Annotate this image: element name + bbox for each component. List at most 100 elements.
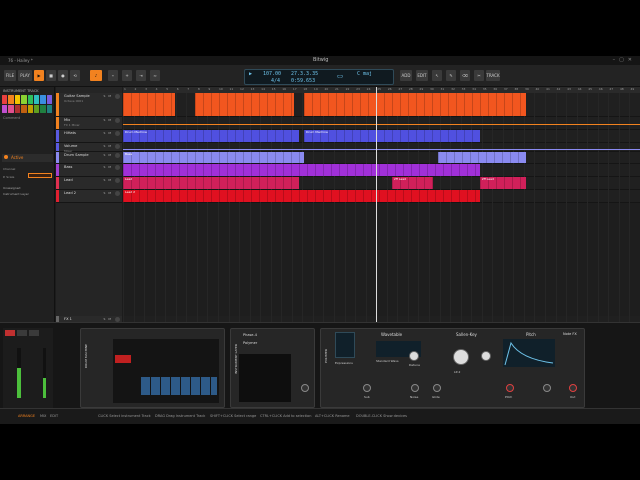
clip[interactable] — [303, 93, 527, 116]
clip[interactable]: Lead — [123, 177, 299, 189]
edit-button[interactable]: EDIT — [416, 70, 428, 81]
resonance-knob[interactable] — [481, 351, 491, 361]
palette-swatch[interactable] — [21, 95, 27, 104]
track-header[interactable]: Volume Mixer S M — [56, 143, 122, 153]
groove-button[interactable]: ≈ — [150, 70, 160, 81]
palette-swatch[interactable] — [33, 95, 40, 104]
palette-swatch[interactable] — [40, 95, 46, 104]
polymer-device[interactable]: POLYMER Expressions Wavetable Standard W… — [320, 328, 585, 408]
active-toggle[interactable]: Active — [2, 154, 53, 162]
overdub-button[interactable]: + — [122, 70, 132, 81]
mute-button[interactable] — [17, 330, 27, 336]
track-lane[interactable] — [123, 143, 640, 152]
clip[interactable] — [123, 93, 175, 116]
env-amount-knob[interactable] — [543, 384, 551, 392]
key-selector[interactable]: C maj — [357, 71, 372, 77]
palette-swatch[interactable] — [2, 104, 8, 113]
track-name[interactable]: Lead — [64, 178, 73, 182]
clip[interactable]: Bass — [123, 152, 304, 163]
arranger-timeline[interactable]: 1 2 3 4 5 6 7 8 9 10 11 12 13 14 15 16 17 18 19 20 21 22 23 24 2… — [123, 87, 640, 349]
tempo-value[interactable]: 107.00 — [263, 71, 281, 77]
time-signature[interactable]: 4/4 — [271, 78, 280, 84]
palette-swatch[interactable] — [2, 95, 8, 104]
palette-swatch[interactable] — [14, 104, 21, 113]
track-name[interactable]: Lead 2 — [64, 191, 76, 195]
solo-mute-buttons[interactable]: S M — [104, 191, 112, 195]
clip[interactable] — [438, 152, 527, 163]
track-name[interactable]: Drum Sample — [64, 153, 89, 157]
record-arm-icon[interactable] — [115, 165, 120, 170]
arrange-view-tab[interactable]: ARRANGE — [18, 414, 35, 418]
layer-item-polymer[interactable]: Polymer — [243, 341, 257, 345]
solo-mute-buttons[interactable]: S M — [104, 153, 112, 157]
record-button[interactable]: ● — [58, 70, 68, 81]
pointer-tool-icon[interactable]: ↖ — [432, 70, 442, 81]
envelope-title[interactable]: Pitch — [526, 332, 536, 337]
track-button[interactable]: TRACK — [486, 70, 500, 81]
record-arm-icon[interactable] — [115, 178, 120, 183]
palette-swatch[interactable] — [27, 95, 33, 104]
track-name[interactable]: FX 1 — [64, 317, 72, 321]
track-header[interactable]: Drum Sample S M — [56, 152, 122, 164]
clip[interactable] — [195, 93, 294, 116]
record-arm-icon[interactable] — [115, 131, 120, 136]
filter-title[interactable]: Sallen-Key — [456, 332, 477, 337]
automation-button[interactable]: ⌁ — [108, 70, 118, 81]
track-name[interactable]: Mix — [64, 118, 70, 122]
pencil-tool-icon[interactable]: ✎ — [446, 70, 456, 81]
window-controls[interactable]: –▢✕ — [613, 57, 636, 63]
stop-button[interactable]: ■ — [46, 70, 56, 81]
record-arm-icon[interactable] — [115, 118, 120, 123]
solo-mute-buttons[interactable]: S M — [104, 178, 112, 182]
routing-input[interactable]: Unassigned — [3, 186, 20, 190]
scale-stepper[interactable] — [28, 173, 52, 178]
play-button[interactable]: ▶ — [34, 70, 44, 81]
solo-mute-buttons[interactable]: S M — [104, 118, 112, 122]
palette-swatch[interactable] — [46, 95, 52, 104]
track-header[interactable]: Bass S M — [56, 164, 122, 177]
track-header[interactable]: Mix FX 1 Mixer S M — [56, 117, 122, 130]
palette-swatch[interactable] — [21, 104, 27, 113]
track-name[interactable]: HiHats — [64, 131, 76, 135]
track-header[interactable]: HiHats S M — [56, 130, 122, 143]
track-name[interactable]: Bass — [64, 165, 72, 169]
loop-button[interactable]: ⟲ — [70, 70, 80, 81]
pitch-knob[interactable] — [506, 384, 514, 392]
layer-item-phase4[interactable]: Phase-4 — [243, 333, 257, 337]
clip[interactable]: Drum Machine — [123, 130, 299, 142]
track-name[interactable]: Volume — [64, 144, 77, 148]
noise-knob[interactable] — [411, 384, 419, 392]
solo-mute-buttons[interactable]: S M — [104, 94, 112, 98]
eraser-tool-icon[interactable]: ⌫ — [460, 70, 470, 81]
automation-line[interactable] — [123, 124, 640, 125]
routing-output[interactable]: Instrument Layer — [3, 192, 29, 196]
palette-swatch[interactable] — [14, 95, 21, 104]
solo-button[interactable] — [29, 330, 39, 336]
transport-display[interactable]: ▶ 107.00 4/4 27.3.3.35 0:59.653 ⊂⊃ C maj — [244, 69, 394, 85]
playhead[interactable] — [376, 87, 378, 349]
palette-swatch[interactable] — [8, 95, 14, 104]
instrument-layer-device[interactable]: INSTRUMENT LAYER Phase-4 Polymer — [230, 328, 315, 408]
solo-mute-buttons[interactable]: S M — [104, 317, 112, 321]
layer-mix-knob[interactable] — [301, 384, 309, 392]
clip[interactable]: 2ff Lead — [391, 177, 434, 189]
selected-pad[interactable] — [115, 355, 131, 363]
palette-swatch[interactable] — [46, 104, 52, 113]
record-arm-icon[interactable] — [115, 94, 120, 99]
metronome-button[interactable]: ♪ — [90, 70, 102, 81]
drum-pad-grid[interactable] — [113, 339, 219, 403]
track-header[interactable]: Lead 2 S M — [56, 190, 122, 203]
automation-line[interactable] — [123, 149, 640, 150]
add-button[interactable]: ADD — [400, 70, 412, 81]
oscillator-title[interactable]: Wavetable — [381, 332, 402, 337]
play-menu-button[interactable]: PLAY — [18, 70, 32, 81]
note-fx-title[interactable]: Note FX — [563, 332, 577, 336]
solo-mute-buttons[interactable]: S M — [104, 165, 112, 169]
record-arm-button[interactable] — [5, 330, 15, 336]
clip[interactable]: 2ff Lead — [479, 177, 527, 189]
record-arm-icon[interactable] — [115, 153, 120, 158]
clip[interactable]: Lead 2 — [123, 190, 480, 202]
clip[interactable] — [123, 164, 480, 176]
clip[interactable]: Drum Machine — [303, 130, 480, 142]
edit-view-tab[interactable]: EDIT — [50, 414, 58, 418]
